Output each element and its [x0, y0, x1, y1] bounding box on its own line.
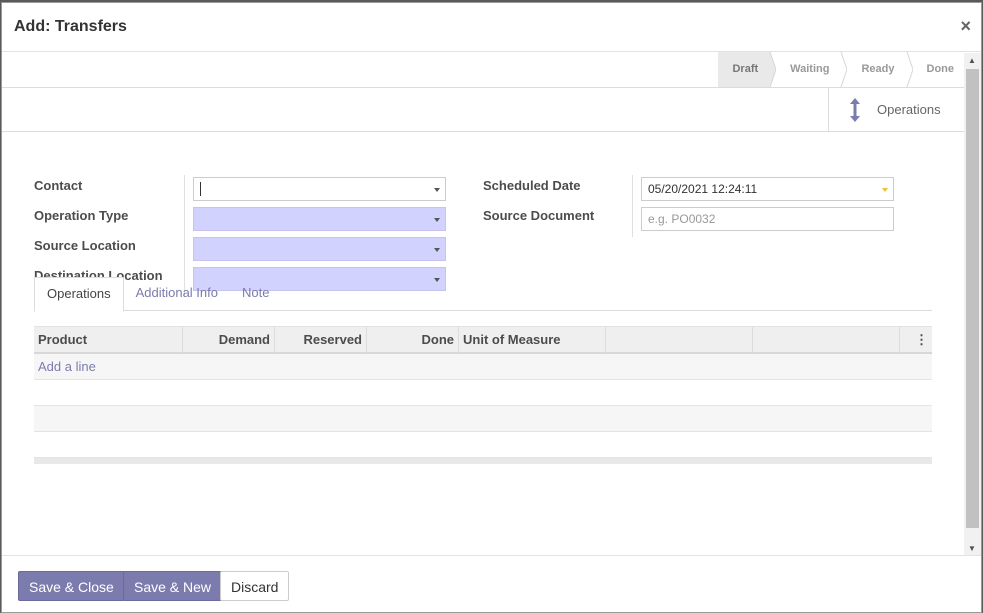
arrows-v-icon — [850, 97, 860, 122]
scheduled-date-label: Scheduled Date — [483, 178, 581, 193]
transfer-dialog: Add: Transfers × Draft Waiting Ready Don… — [1, 2, 982, 613]
source-location-label: Source Location — [34, 238, 136, 253]
table-footer — [34, 458, 932, 464]
column-done[interactable]: Done — [367, 327, 459, 353]
stage-ready[interactable]: Ready — [841, 52, 913, 87]
stage-label: Draft — [732, 63, 759, 75]
transfer-form: Contact Operation Type Source Location D… — [2, 132, 966, 464]
tab-note[interactable]: Note — [230, 277, 281, 311]
dialog-title: Add: Transfers — [14, 18, 127, 35]
table-row — [34, 432, 932, 458]
column-reserved[interactable]: Reserved — [275, 327, 367, 353]
source-document-label: Source Document — [483, 208, 595, 223]
operation-type-label: Operation Type — [34, 208, 129, 223]
tab-operations[interactable]: Operations — [34, 277, 124, 312]
stage-label: Done — [926, 63, 955, 75]
dialog-footer: Save & Close Save & New Discard — [2, 555, 981, 612]
source-document-placeholder: e.g. PO0032 — [648, 212, 716, 226]
stage-separator-icon — [764, 52, 777, 87]
source-document-field[interactable]: e.g. PO0032 — [641, 207, 894, 231]
operations-smart-button[interactable]: Operations — [828, 88, 966, 131]
close-icon[interactable]: × — [960, 16, 971, 37]
stage-label: Waiting — [790, 63, 830, 75]
discard-button[interactable]: Discard — [220, 571, 290, 601]
chevron-down-icon[interactable] — [434, 248, 440, 252]
dialog-header: Add: Transfers — [2, 3, 981, 52]
scroll-up-icon[interactable]: ▲ — [968, 56, 976, 65]
table-row — [34, 380, 932, 406]
vertical-scrollbar[interactable]: ▲ ▼ — [964, 53, 981, 556]
table-row — [34, 406, 932, 432]
stage-draft[interactable]: Draft — [718, 52, 777, 87]
tab-additional-info[interactable]: Additional Info — [124, 277, 230, 311]
column-product[interactable]: Product — [34, 327, 183, 353]
column-empty — [753, 327, 900, 353]
dialog-body: Draft Waiting Ready Done Operations Cont… — [2, 52, 966, 555]
contact-field[interactable] — [193, 177, 446, 201]
calendar-dropdown-icon[interactable] — [882, 188, 888, 192]
save-new-button[interactable]: Save & New — [123, 571, 223, 601]
column-unit-of-measure[interactable]: Unit of Measure — [459, 327, 606, 353]
stage-pipeline: Draft Waiting Ready Done — [718, 52, 966, 87]
table-row: Add a line — [34, 354, 932, 380]
add-line-link[interactable]: Add a line — [34, 359, 96, 374]
group-divider — [632, 175, 633, 237]
operations-table: Product Demand Reserved Done Unit of Mea… — [34, 326, 932, 464]
button-box: Operations — [2, 88, 966, 132]
column-options-icon[interactable]: ⋮ — [900, 327, 932, 353]
operation-type-field[interactable] — [193, 207, 446, 231]
notebook-tabs: Operations Additional Info Note — [34, 277, 932, 312]
scheduled-date-value: 05/20/2021 12:24:11 — [648, 182, 758, 196]
contact-label: Contact — [34, 178, 83, 193]
scrollbar-thumb[interactable] — [966, 69, 979, 528]
text-cursor — [200, 182, 201, 196]
stage-done[interactable]: Done — [907, 52, 967, 87]
source-location-field[interactable] — [193, 237, 446, 261]
scheduled-date-field[interactable]: 05/20/2021 12:24:11 — [641, 177, 894, 201]
chevron-down-icon[interactable] — [434, 188, 440, 192]
save-close-button[interactable]: Save & Close — [18, 571, 125, 601]
stage-separator-icon — [900, 52, 913, 87]
operations-button-label: Operations — [877, 102, 941, 117]
stage-waiting[interactable]: Waiting — [770, 52, 848, 87]
status-bar: Draft Waiting Ready Done — [2, 52, 966, 88]
chevron-down-icon[interactable] — [434, 218, 440, 222]
stage-label: Ready — [861, 63, 895, 75]
column-empty — [606, 327, 753, 353]
stage-separator-icon — [835, 52, 848, 87]
scroll-down-icon[interactable]: ▼ — [968, 544, 976, 553]
column-demand[interactable]: Demand — [183, 327, 275, 353]
table-header: Product Demand Reserved Done Unit of Mea… — [34, 326, 932, 354]
